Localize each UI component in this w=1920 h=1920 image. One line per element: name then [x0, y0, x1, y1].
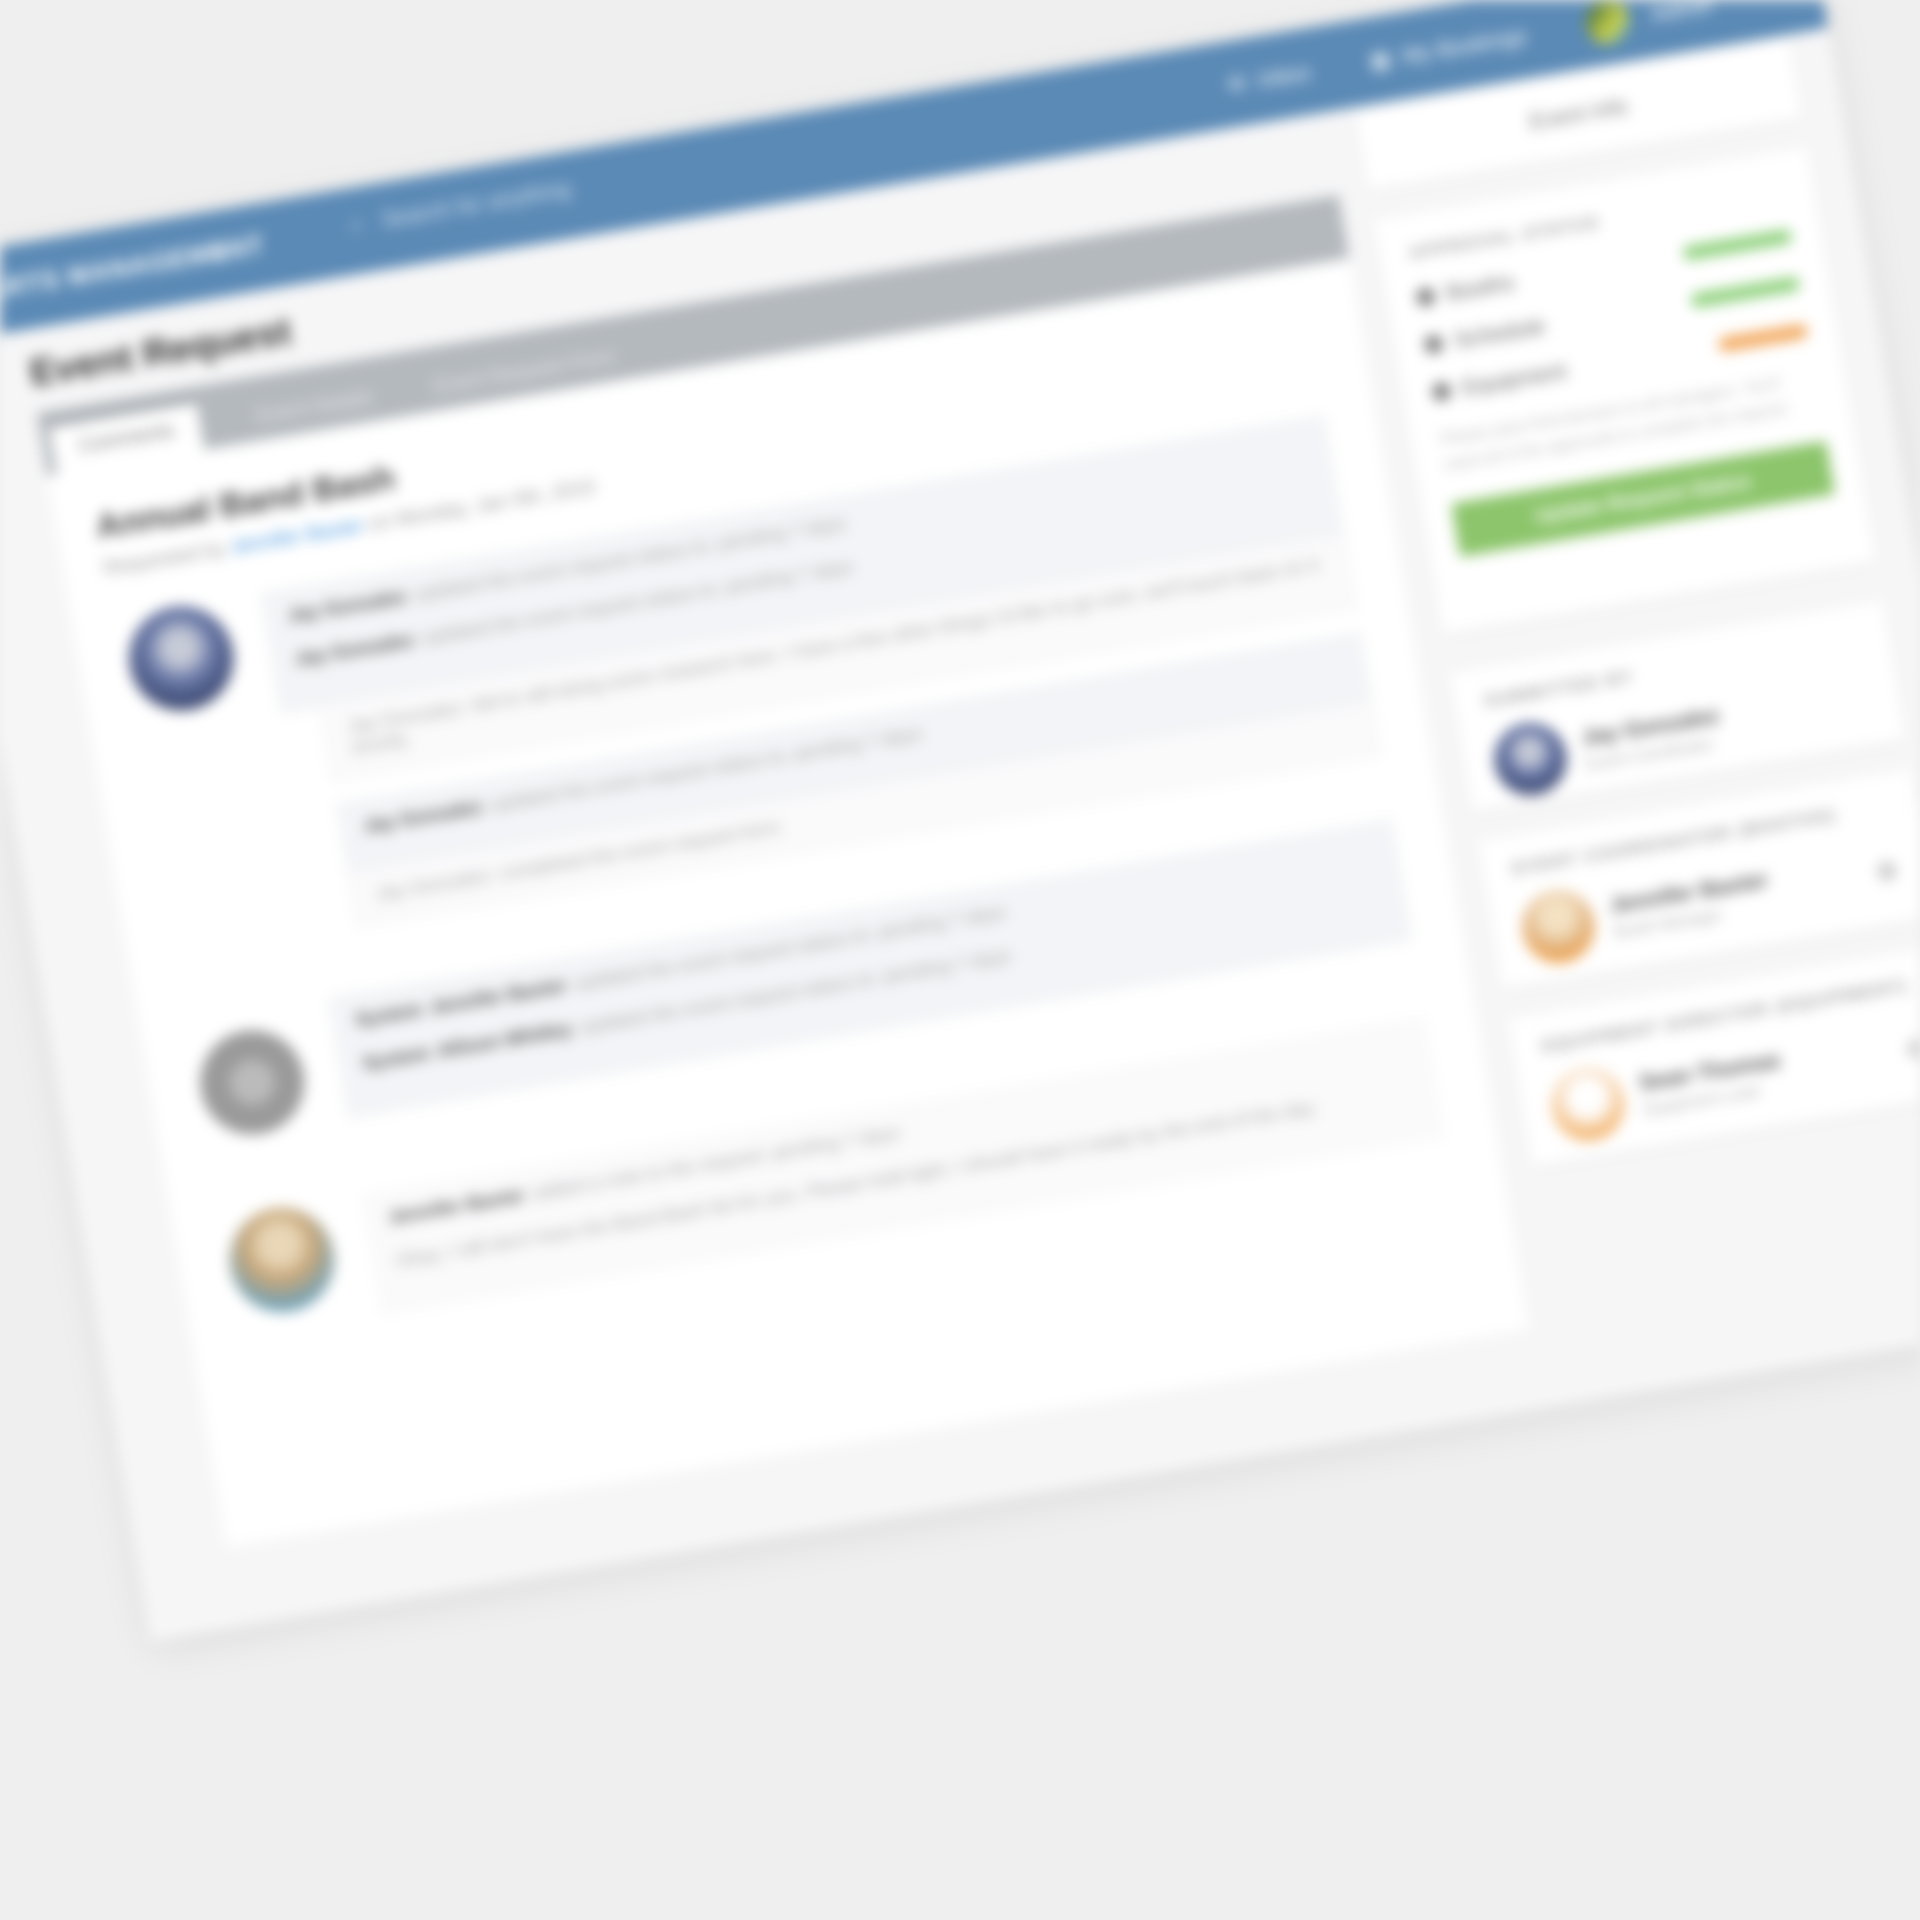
user-menu[interactable]: Admin [1582, 0, 1716, 48]
comment-author[interactable]: Jay Gonzalez [293, 630, 415, 671]
calendar-icon: ▦ [1367, 45, 1393, 74]
meta-prefix: Requested by [101, 537, 228, 580]
status-pill [1717, 323, 1809, 353]
status-label: Booths [1444, 269, 1517, 306]
comment-text: updated the event request status to: pen… [412, 512, 848, 606]
avatar [121, 598, 242, 719]
avatar [222, 1200, 342, 1320]
comments-panel: Annual Band Bash Requested by Jennifer B… [47, 258, 1529, 1548]
comment-actor[interactable]: Jennifer Baxter [428, 975, 568, 1019]
comment-note: Okay, I still don't have the Band Bash l… [394, 1097, 1320, 1273]
bookings-label: My Bookings [1400, 22, 1529, 69]
avatar [1546, 1062, 1630, 1146]
envelope-icon: ✉ [1225, 69, 1248, 98]
status-label: Schedule [1452, 312, 1547, 353]
comment-row: System Allison Whitleyupdated the event r… [361, 884, 1382, 1076]
user-avatar [1582, 0, 1633, 48]
bookings-link[interactable]: ▦ My Bookings [1368, 23, 1529, 75]
comment-author[interactable]: Jay Gonzalez [286, 586, 408, 627]
booth-coordinator-card: Event Coordinator (Booths) Jennifer Baxt… [1477, 768, 1920, 989]
meta-suffix: on Monday, Jan 5th, 2015 [367, 475, 598, 536]
circle-icon [1415, 286, 1437, 308]
comment-actor[interactable]: Allison Whitley [436, 1019, 574, 1062]
avatar [1489, 717, 1572, 801]
gear-icon[interactable]: ⚙ [1874, 856, 1900, 888]
avatar [1517, 885, 1600, 969]
inbox-label: Inbox [1255, 59, 1313, 93]
search-placeholder: Search for anything [380, 175, 573, 233]
user-label: Admin [1648, 0, 1715, 27]
global-search[interactable]: ⌕ Search for anything [348, 176, 572, 238]
comment-author: System [353, 999, 424, 1032]
avatar [192, 1022, 313, 1143]
circle-icon [1423, 333, 1445, 355]
comment-author[interactable]: Jay Gonzalez [362, 797, 484, 838]
search-icon: ⌕ [348, 210, 365, 238]
main-panel: Comments Event Details Event Request For… [36, 194, 1529, 1548]
equipment-director-card: Equipment Director (Equipment) Sean Thom… [1506, 945, 1920, 1167]
app-window: ARTS MANAGEMENT ≡ ⌕ Search for anything … [0, 0, 1920, 1641]
comment-author[interactable]: Jennifer Baxter [387, 1185, 527, 1229]
inbox-link[interactable]: ✉ Inbox [1226, 59, 1313, 99]
status-pill [1689, 276, 1801, 309]
comment-text: updated the event request status to: pen… [577, 945, 1013, 1039]
comment-text: updated the event request status to: pen… [572, 901, 1008, 995]
circle-icon [1431, 381, 1452, 403]
approval-status-card: Approval Status Booths Schedule Equipmen… [1373, 146, 1877, 634]
comment-author: System [361, 1042, 432, 1075]
status-label: Equipment [1460, 358, 1569, 401]
status-pill [1682, 228, 1793, 261]
gear-icon[interactable]: ⚙ [1904, 1033, 1920, 1065]
